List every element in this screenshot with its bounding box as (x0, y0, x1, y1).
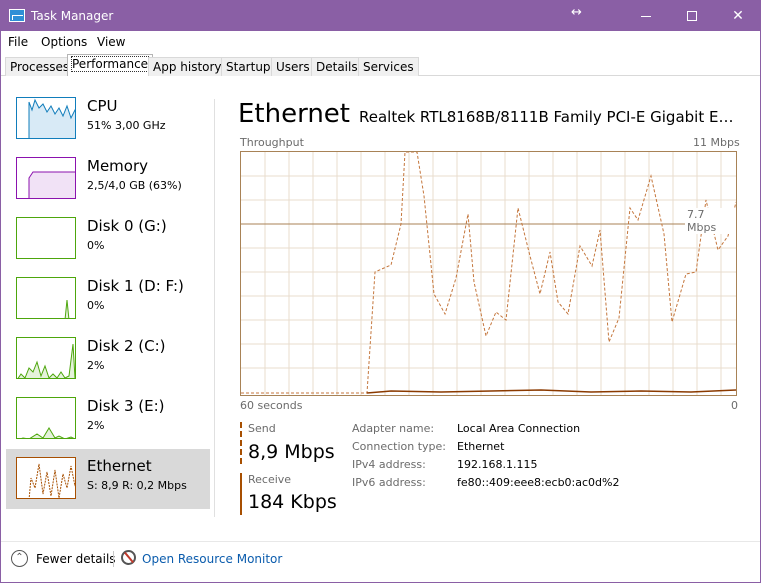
send-value: 8,9 Mbps (248, 441, 335, 463)
ipv6-key: IPv6 address: (352, 476, 426, 489)
resource-item-disk-1[interactable]: Disk 1 (D: F:) 0% (6, 269, 210, 329)
maximize-icon (687, 11, 697, 21)
resource-item-disk-2[interactable]: Disk 2 (C:) 2% (6, 329, 210, 389)
adapter-name-key: Adapter name: (352, 422, 435, 435)
resource-item-memory[interactable]: Memory 2,5/4,0 GB (63%) (6, 149, 210, 209)
menu-bar: File Options View (1, 31, 760, 53)
fewer-details-button[interactable]: Fewer details (36, 552, 116, 566)
resource-item-cpu[interactable]: CPU 51% 3,00 GHz (6, 89, 210, 149)
memory-thumbnail (16, 157, 76, 199)
cpu-value: 51% 3,00 GHz (87, 119, 166, 132)
disk-2-value: 2% (87, 359, 105, 372)
send-label: Send (248, 422, 276, 435)
title-bar[interactable]: Task Manager ↔ ✕ (1, 1, 760, 31)
tab-label: Services (363, 60, 414, 74)
maximize-button[interactable] (669, 1, 715, 31)
adapter-description: Realtek RTL8168B/8111B Family PCI-E Giga… (359, 108, 739, 126)
tab-services[interactable]: Services (358, 57, 419, 76)
receive-series (366, 389, 737, 394)
menu-file[interactable]: File (8, 35, 28, 49)
receive-value: 184 Kbps (248, 491, 337, 513)
receive-legend-bar (240, 473, 242, 515)
ipv6-value: fe80::409:eee8:ecb0:ac0d%2 (457, 476, 620, 489)
resource-item-ethernet[interactable]: Ethernet S: 8,9 R: 0,2 Mbps (6, 449, 210, 509)
close-button[interactable]: ✕ (715, 1, 761, 31)
disk-2-label: Disk 2 (C:) (87, 337, 166, 355)
adapter-name-value: Local Area Connection (457, 422, 581, 435)
panel-divider[interactable] (214, 99, 215, 517)
tab-startup[interactable]: Startup (221, 57, 276, 76)
footer-bar: ⌃ Fewer details Open Resource Monitor (1, 541, 760, 583)
resource-item-disk-3[interactable]: Disk 3 (E:) 2% (6, 389, 210, 449)
ethernet-label: Ethernet (87, 457, 152, 475)
ipv4-key: IPv4 address: (352, 458, 426, 471)
disk-3-thumbnail-graph (21, 427, 75, 438)
tab-label: App history (153, 60, 222, 74)
disk-0-value: 0% (87, 239, 105, 252)
resource-item-disk-0[interactable]: Disk 0 (G:) 0% (6, 209, 210, 269)
menu-view[interactable]: View (97, 35, 125, 49)
task-manager-icon (9, 9, 25, 22)
ethernet-thumbnail (16, 457, 76, 499)
ipv4-value: 192.168.1.115 (457, 458, 538, 471)
disk-3-thumbnail (16, 397, 76, 439)
resource-monitor-icon[interactable] (121, 550, 136, 565)
tab-processes[interactable]: Processes (5, 57, 75, 76)
tab-label: Details (316, 60, 358, 74)
cpu-label: CPU (87, 97, 118, 115)
tab-details[interactable]: Details (311, 57, 363, 76)
memory-label: Memory (87, 157, 149, 175)
scale-marker-label: 7.7 Mbps (685, 208, 736, 234)
tab-label: Users (276, 60, 310, 74)
receive-label: Receive (248, 473, 292, 486)
close-icon: ✕ (732, 8, 744, 24)
disk-0-label: Disk 0 (G:) (87, 217, 167, 235)
disk-2-thumbnail (16, 337, 76, 379)
page-title: Ethernet (238, 99, 350, 129)
tab-label: Processes (10, 60, 70, 74)
cpu-thumbnail-graph (28, 98, 75, 138)
disk-1-thumbnail-graph (64, 299, 70, 318)
memory-value: 2,5/4,0 GB (63%) (87, 179, 182, 192)
footer-separator (113, 551, 114, 567)
connection-type-value: Ethernet (457, 440, 505, 453)
memory-thumbnail-graph (28, 171, 75, 198)
connection-type-key: Connection type: (352, 440, 447, 453)
throughput-graph: 7.7 Mbps (240, 151, 737, 396)
disk-3-label: Disk 3 (E:) (87, 397, 165, 415)
disk-1-value: 0% (87, 299, 105, 312)
disk-3-value: 2% (87, 419, 105, 432)
tab-performance[interactable]: Performance (67, 54, 154, 76)
throughput-graph-svg (241, 151, 737, 395)
graph-max-label: 11 Mbps (693, 136, 740, 149)
resource-list: CPU 51% 3,00 GHz Memory 2,5/4,0 GB (63%)… (1, 77, 215, 533)
minimize-icon (641, 15, 651, 17)
tab-bar: Processes Performance App history Startu… (1, 53, 760, 76)
window-title: Task Manager (31, 9, 114, 23)
resize-cursor-icon: ↔ (571, 5, 582, 20)
ethernet-value: S: 8,9 R: 0,2 Mbps (87, 479, 187, 492)
tab-label: Startup (226, 60, 271, 74)
minimize-button[interactable] (623, 1, 669, 31)
task-manager-window: Task Manager ↔ ✕ File Options View Proce… (0, 0, 761, 583)
menu-options[interactable]: Options (41, 35, 87, 49)
time-end-label: 0 (731, 399, 738, 412)
disk-2-thumbnail-graph (17, 343, 75, 378)
tab-label: Performance (70, 56, 150, 72)
send-legend-bar (240, 422, 243, 464)
disk-0-thumbnail (16, 217, 76, 259)
tab-app-history[interactable]: App history (148, 57, 227, 76)
chevron-up-icon[interactable]: ⌃ (11, 550, 28, 567)
cpu-thumbnail (16, 97, 76, 139)
ethernet-thumbnail-graph (28, 463, 75, 498)
disk-1-thumbnail (16, 277, 76, 319)
tab-users[interactable]: Users (271, 57, 315, 76)
disk-1-label: Disk 1 (D: F:) (87, 277, 184, 295)
open-resource-monitor-link[interactable]: Open Resource Monitor (142, 552, 282, 566)
graph-label-throughput: Throughput (240, 136, 304, 149)
time-span-label: 60 seconds (240, 399, 303, 412)
